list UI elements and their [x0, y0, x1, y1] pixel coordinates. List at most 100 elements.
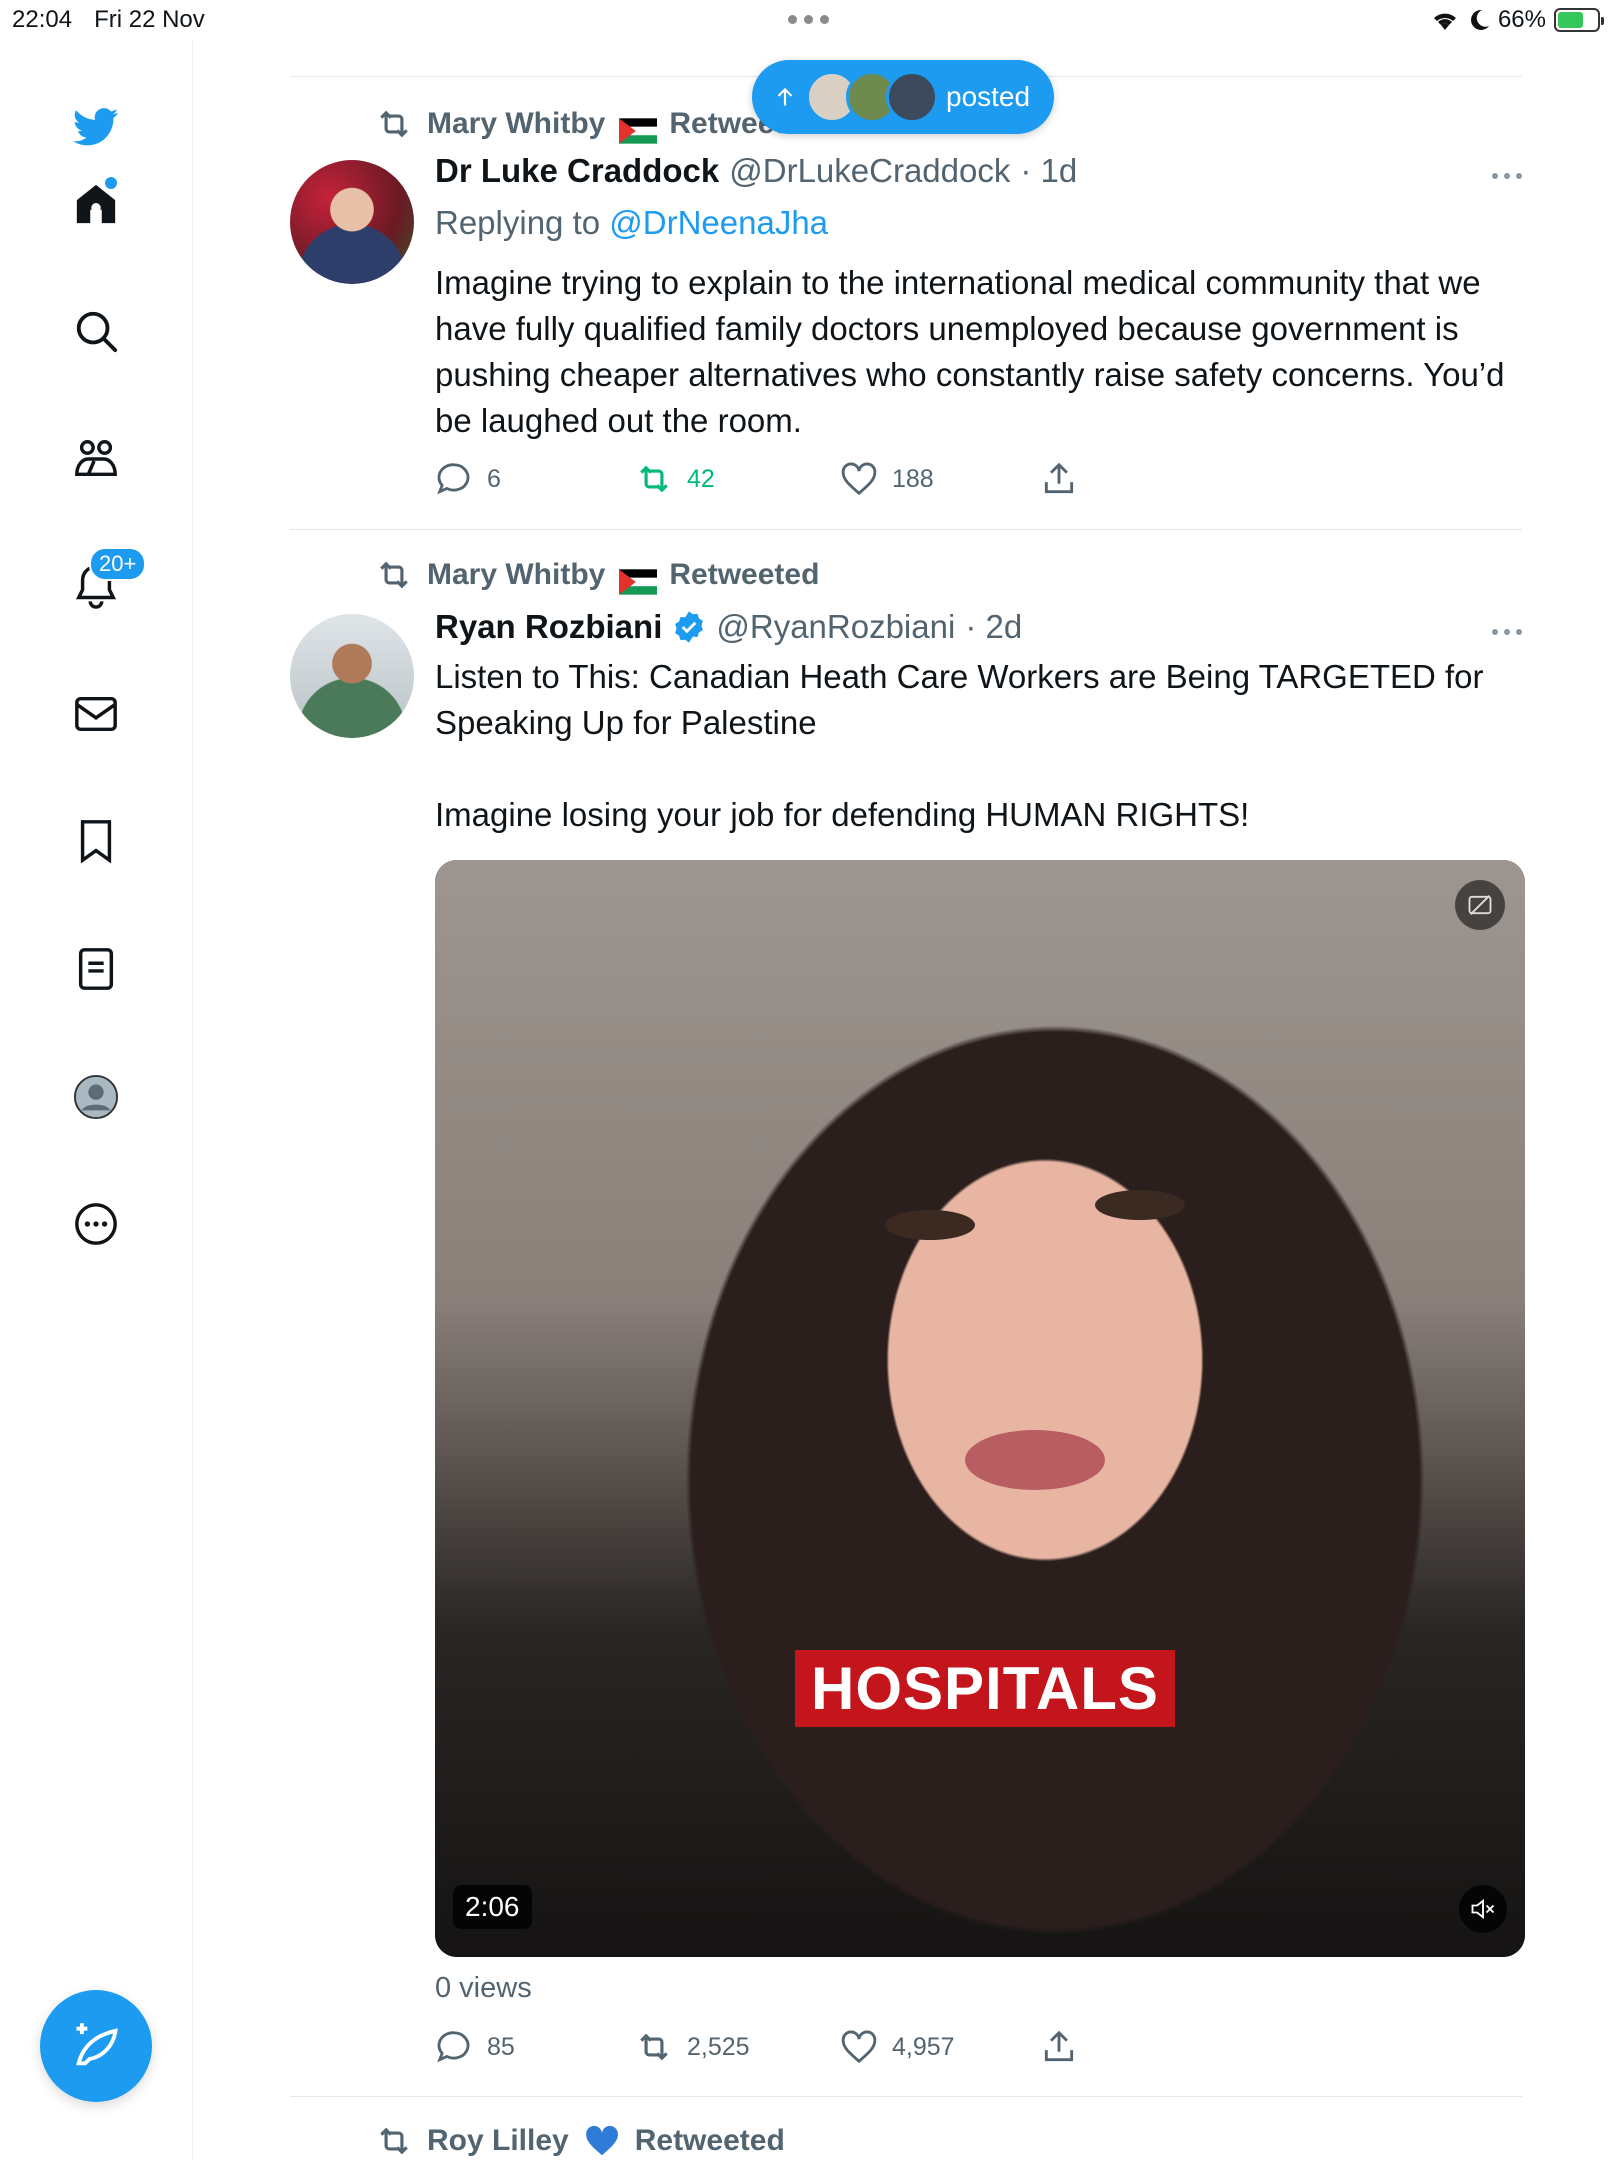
- tweet-text: Imagine trying to explain to the interna…: [435, 264, 1514, 439]
- video-eye-right: [1095, 1190, 1185, 1220]
- retweet-icon: [380, 561, 408, 589]
- tweet-text: Listen to This: Canadian Heath Care Work…: [435, 658, 1484, 833]
- wifi-icon: [1433, 13, 1456, 30]
- reply-button[interactable]: 6: [435, 460, 635, 498]
- retweet-context: Roy Lilley Retweeted: [375, 2122, 785, 2160]
- reply-count: 85: [487, 2032, 515, 2061]
- tweet-time[interactable]: · 2d: [965, 608, 1022, 646]
- tweet-more-button[interactable]: [1482, 166, 1522, 186]
- replying-to: Replying to @DrNeenaJha: [435, 204, 828, 242]
- reply-icon: [437, 2031, 470, 2063]
- like-button[interactable]: 4,957: [840, 2028, 1040, 2066]
- like-count: 4,957: [892, 2032, 955, 2061]
- retweet-label: Retweeted: [634, 2124, 785, 2157]
- nav-messages[interactable]: [55, 673, 137, 755]
- share-icon: [1044, 462, 1074, 494]
- multitasking-dots[interactable]: [788, 15, 829, 24]
- mute-icon: [1471, 1898, 1495, 1920]
- blue-heart-icon: [585, 2125, 618, 2156]
- tweet-actions: 85 2,525 4,957: [435, 2028, 1078, 2066]
- notifications-badge: 20+: [89, 547, 147, 581]
- lists-icon: [78, 948, 114, 990]
- video-mouth: [965, 1430, 1105, 1490]
- battery-icon: [1554, 8, 1604, 32]
- retweet-icon: [380, 110, 408, 138]
- verified-icon: [675, 611, 704, 643]
- tweet-actions: 6 42 188: [435, 460, 1078, 498]
- profile-icon: [73, 1074, 119, 1120]
- retweeter-name[interactable]: Mary Whitby: [427, 558, 605, 592]
- retweet-count: 42: [687, 464, 715, 493]
- communities-icon: [75, 440, 117, 477]
- author-handle[interactable]: @DrLukeCraddock: [729, 152, 1010, 190]
- share-button[interactable]: [1040, 460, 1078, 498]
- like-count: 188: [892, 464, 934, 493]
- compose-button[interactable]: [40, 1990, 152, 2102]
- author-handle[interactable]: @RyanRozbiani: [716, 608, 955, 646]
- retweet-icon: [640, 2033, 668, 2061]
- arrow-up-icon: [777, 87, 793, 106]
- retweeter-name[interactable]: Mary Whitby: [427, 107, 605, 141]
- video-player[interactable]: HOSPITALS 2:06: [435, 860, 1525, 1957]
- more-icon: [75, 1203, 117, 1245]
- avatar[interactable]: [290, 160, 414, 284]
- new-posts-pill[interactable]: posted: [752, 60, 1055, 134]
- nav-search[interactable]: [55, 290, 137, 372]
- video-frame: [435, 860, 1525, 1957]
- battery-percent: 66%: [1497, 6, 1546, 33]
- palestine-flag-icon: [619, 112, 658, 144]
- share-button[interactable]: [1040, 2028, 1078, 2066]
- nav-notifications[interactable]: 20+: [55, 545, 147, 627]
- replying-to-handle[interactable]: @DrNeenaJha: [609, 204, 828, 241]
- avatar: [886, 71, 938, 123]
- retweet-button[interactable]: 42: [635, 460, 840, 498]
- like-icon: [841, 462, 877, 496]
- captions-icon: [1468, 895, 1492, 915]
- retweet-icon: [380, 2127, 408, 2155]
- retweet-context: Mary Whitby Retweeted: [375, 556, 819, 595]
- like-icon: [841, 2030, 877, 2064]
- nav-lists[interactable]: [55, 928, 137, 1010]
- home-unread-dot: [105, 177, 117, 189]
- search-icon: [76, 311, 118, 353]
- timeline-divider: [290, 2096, 1522, 2097]
- new-posts-label: posted: [946, 81, 1031, 112]
- video-caption: HOSPITALS: [795, 1650, 1175, 1727]
- retweet-context: Mary Whitby Retweeted: [375, 105, 819, 144]
- retweeter-name[interactable]: Roy Lilley: [427, 2124, 569, 2158]
- nav-communities[interactable]: [55, 418, 137, 500]
- compose-icon: [76, 2023, 118, 2066]
- mail-icon: [75, 696, 117, 732]
- reply-button[interactable]: 85: [435, 2028, 635, 2066]
- bookmark-icon: [80, 820, 112, 864]
- video-eye-left: [885, 1210, 975, 1240]
- nav-home[interactable]: [55, 163, 137, 245]
- view-count: 0 views: [435, 1972, 532, 2004]
- avatar[interactable]: [290, 614, 414, 738]
- mute-button[interactable]: [1459, 1885, 1507, 1933]
- tweet-time[interactable]: · 1d: [1020, 152, 1077, 190]
- share-icon: [1044, 2030, 1074, 2062]
- reply-count: 6: [487, 464, 501, 493]
- retweet-button[interactable]: 2,525: [635, 2028, 840, 2066]
- video-duration: 2:06: [453, 1885, 532, 1929]
- twitter-logo-icon[interactable]: [55, 85, 137, 167]
- replying-to-prefix: Replying to: [435, 204, 610, 241]
- palestine-flag-icon: [619, 563, 658, 595]
- status-date: Fri 22 Nov: [94, 6, 205, 33]
- nav-more[interactable]: [55, 1183, 137, 1265]
- author-name[interactable]: Dr Luke Craddock: [435, 152, 719, 190]
- retweet-count: 2,525: [687, 2032, 750, 2061]
- tweet-more-button[interactable]: [1482, 622, 1522, 642]
- retweet-icon: [640, 465, 668, 493]
- nav-profile[interactable]: [55, 1056, 137, 1138]
- timeline-divider: [290, 529, 1522, 530]
- nav-bookmarks[interactable]: [55, 800, 137, 882]
- like-button[interactable]: 188: [840, 460, 1040, 498]
- moon-icon: [1470, 9, 1489, 30]
- captions-button[interactable]: [1455, 880, 1505, 930]
- reply-icon: [437, 463, 470, 495]
- status-bar: 22:04 Fri 22 Nov 66%: [0, 0, 1620, 40]
- author-name[interactable]: Ryan Rozbiani: [435, 608, 662, 646]
- status-time: 22:04: [12, 6, 73, 33]
